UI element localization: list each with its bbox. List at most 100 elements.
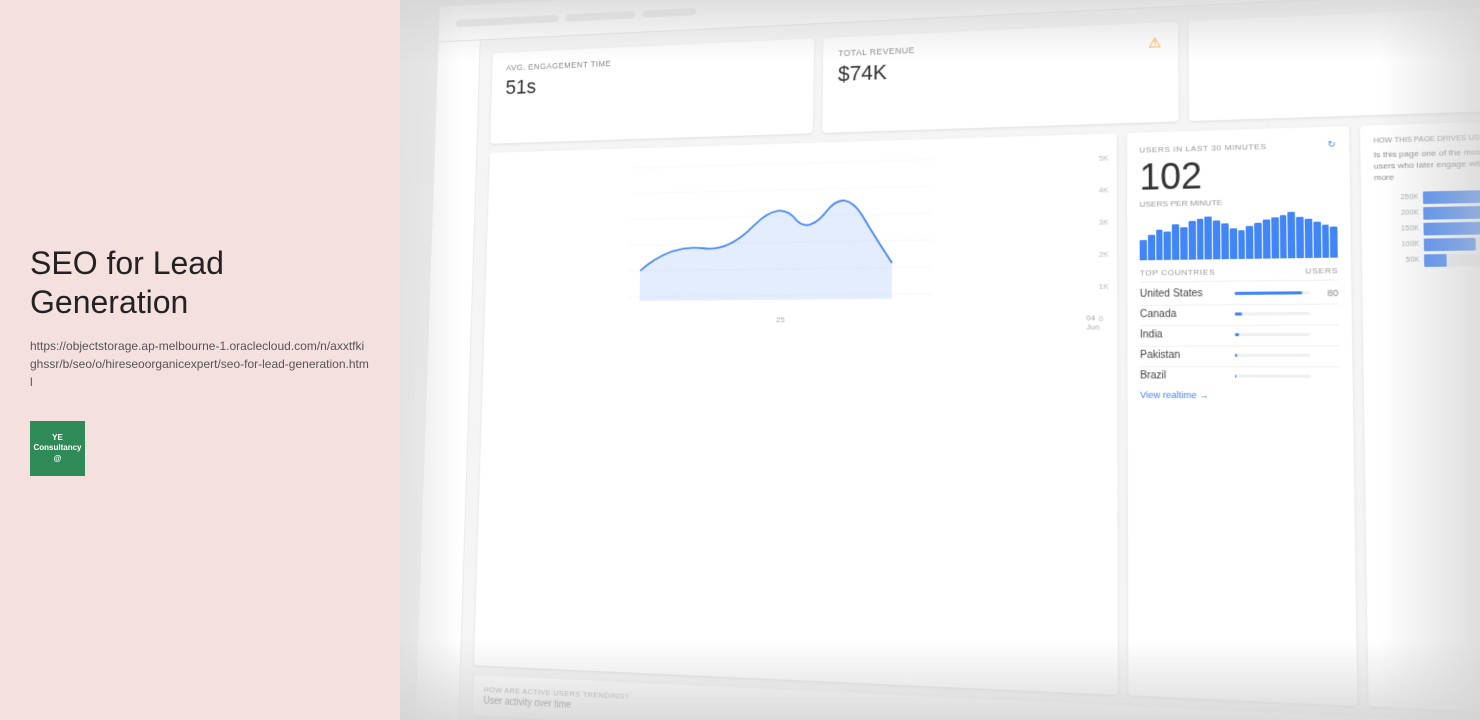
country-row: Canada	[1140, 308, 1339, 321]
tc-users-label: USERS	[1305, 266, 1338, 276]
logo-line1: YE Consultancy	[30, 433, 85, 454]
analytics-panel: Avg. engagement time 51s Total revenue ⚠…	[400, 0, 1480, 720]
bar-item	[1221, 223, 1228, 259]
country-rows: United States 80 Canada India Pakistan B…	[1140, 287, 1340, 382]
country-value: 80	[1316, 287, 1338, 298]
bar-item	[1254, 223, 1262, 259]
bar-item	[1140, 240, 1147, 260]
y-label-3k: 3K	[1099, 218, 1109, 227]
extra-bar-label: 150K	[1375, 225, 1420, 233]
page-url: https://objectstorage.ap-melbourne-1.ora…	[30, 337, 370, 391]
analytics-bg: Avg. engagement time 51s Total revenue ⚠…	[415, 0, 1480, 720]
extra-card-label: HOW THIS PAGE DRIVES USER GROWTH	[1373, 132, 1480, 145]
main-chart-card: 5K 4K 3K 2K 1K 0	[474, 133, 1118, 695]
rt-header-label: USERS IN LAST 30 MINUTES	[1139, 142, 1266, 155]
top-countries: TOP COUNTRIES USERS United States 80 Can…	[1140, 266, 1340, 401]
extra-bar-row: 50K	[1375, 252, 1480, 267]
analytics-wrapper: Avg. engagement time 51s Total revenue ⚠…	[415, 0, 1480, 720]
bar-item	[1238, 230, 1245, 259]
extra-bar-outer	[1423, 220, 1480, 235]
extra-card-desc: Is this page one of the most visited pag…	[1374, 144, 1480, 184]
extra-bar-outer	[1423, 204, 1480, 220]
realtime-card: USERS IN LAST 30 MINUTES ↻ 102 USERS PER…	[1127, 126, 1357, 706]
tc-label: TOP COUNTRIES	[1140, 267, 1216, 277]
bar-item	[1263, 219, 1271, 258]
x-label-04jun: 04Jun	[1086, 313, 1099, 331]
rt-users-count: 102	[1139, 154, 1337, 196]
analytics-main: Avg. engagement time 51s Total revenue ⚠…	[415, 0, 1480, 720]
bar-item	[1205, 217, 1212, 260]
extra-bar-label: 250K	[1374, 194, 1418, 202]
y-label-2k: 2K	[1099, 250, 1109, 259]
extra-bar-row: 150K	[1375, 220, 1480, 236]
country-name: United States	[1140, 288, 1228, 300]
line-chart-svg	[495, 146, 1104, 311]
country-bar-fill	[1235, 312, 1243, 315]
extra-bar-outer	[1423, 188, 1480, 204]
country-bar-bg	[1235, 291, 1310, 295]
y-label-5k: 5K	[1099, 154, 1109, 163]
country-name: Brazil	[1140, 370, 1229, 382]
logo-line2: @	[54, 454, 62, 464]
bar-item	[1288, 212, 1296, 258]
bar-item	[1313, 222, 1321, 258]
engagement-card: Avg. engagement time 51s	[490, 38, 814, 143]
rt-per-minute: USERS PER MINUTE	[1140, 195, 1338, 208]
y-label-0: 0	[1099, 314, 1109, 323]
bar-item	[1164, 231, 1171, 260]
country-bar-bg	[1235, 312, 1310, 316]
country-bar-fill	[1235, 354, 1237, 357]
rt-header: USERS IN LAST 30 MINUTES ↻	[1139, 139, 1336, 156]
extra-bar-inner	[1424, 237, 1476, 250]
bar-item	[1148, 235, 1155, 260]
country-bar-fill	[1235, 333, 1239, 336]
extra-bar-inner	[1423, 188, 1480, 203]
country-divider	[1140, 345, 1339, 346]
y-label-4k: 4K	[1099, 185, 1109, 194]
country-bar-fill	[1235, 375, 1237, 378]
bar-item	[1180, 227, 1187, 260]
topbar-url	[456, 14, 559, 26]
refresh-icon: ↻	[1327, 139, 1336, 151]
bar-item	[1246, 226, 1254, 259]
bar-item	[1213, 220, 1220, 259]
bar-item	[1230, 228, 1237, 259]
revenue-card: Total revenue ⚠ $74K	[822, 22, 1178, 133]
extra-right-card: HOW THIS PAGE DRIVES USER GROWTH Is this…	[1360, 119, 1480, 717]
extra-bar-row: 200K	[1374, 204, 1480, 220]
warning-icon: ⚠	[1148, 34, 1162, 51]
view-realtime-link[interactable]: View realtime →	[1140, 390, 1340, 401]
y-label-1k: 1K	[1099, 282, 1109, 291]
topbar-item2	[642, 7, 696, 17]
bar-item	[1156, 230, 1163, 260]
bar-item	[1322, 225, 1330, 258]
country-name: Canada	[1140, 308, 1228, 320]
chart-y-labels: 5K 4K 3K 2K 1K 0	[1099, 154, 1109, 324]
country-name: India	[1140, 329, 1229, 341]
country-divider	[1140, 303, 1339, 306]
country-name: Pakistan	[1140, 350, 1229, 361]
chart-x-labels: 25 04Jun	[495, 313, 1105, 334]
extra-bar-inner	[1423, 205, 1480, 220]
placeholder-card	[1188, 3, 1480, 121]
extra-bar-inner	[1423, 221, 1480, 235]
bar-item	[1296, 217, 1304, 258]
bar-item	[1305, 219, 1313, 258]
users-per-minute-chart	[1140, 211, 1338, 260]
topbar-item	[565, 10, 635, 21]
x-label-25: 25	[776, 315, 785, 332]
tc-header: TOP COUNTRIES USERS	[1140, 266, 1338, 283]
extra-bar-row: 100K	[1375, 236, 1480, 252]
country-bar-bg	[1235, 354, 1311, 357]
extra-bar-outer	[1424, 236, 1480, 251]
bar-item	[1172, 224, 1179, 260]
bar-item	[1271, 217, 1279, 258]
country-bar-bg	[1235, 375, 1311, 378]
country-divider	[1140, 366, 1339, 367]
page-title: SEO for Lead Generation	[30, 244, 370, 321]
bar-item	[1330, 227, 1338, 258]
logo: YE Consultancy @	[30, 421, 85, 476]
left-panel: SEO for Lead Generation https://objectst…	[0, 0, 400, 720]
extra-bar-row: 250K	[1374, 188, 1480, 205]
chart-section: 5K 4K 3K 2K 1K 0	[474, 119, 1480, 717]
